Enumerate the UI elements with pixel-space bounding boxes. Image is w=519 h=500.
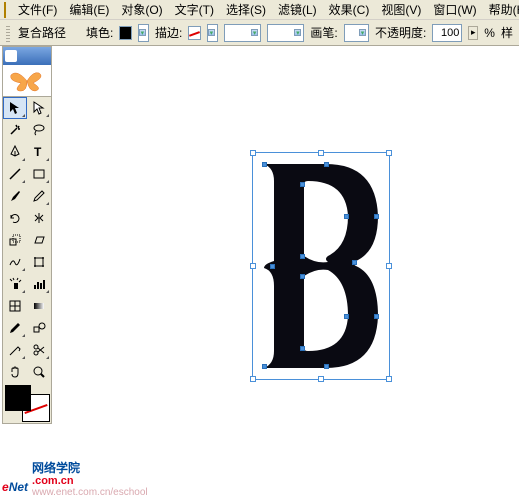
menu-bar: 文件(F) 编辑(E) 对象(O) 文字(T) 选择(S) 滤镜(L) 效果(C…: [0, 0, 519, 20]
fill-swatch[interactable]: [119, 26, 132, 40]
style-label: 样: [501, 24, 513, 41]
handle-ml[interactable]: [250, 263, 256, 269]
anchor-point[interactable]: [344, 214, 349, 219]
handle-tr[interactable]: [386, 150, 392, 156]
lasso-tool[interactable]: [27, 119, 51, 141]
brush-dropdown[interactable]: ▾: [344, 24, 369, 42]
menu-help[interactable]: 帮助(H): [483, 0, 519, 20]
watermark-cn: 网络学院: [32, 462, 148, 475]
handle-mr[interactable]: [386, 263, 392, 269]
selection-tool[interactable]: [3, 97, 27, 119]
anchor-point[interactable]: [270, 264, 275, 269]
menu-file[interactable]: 文件(F): [12, 0, 63, 20]
scissors-tool[interactable]: [27, 339, 51, 361]
type-tool[interactable]: T: [27, 141, 51, 163]
rectangle-tool[interactable]: [27, 163, 51, 185]
opacity-label: 不透明度:: [375, 24, 426, 41]
anchor-point[interactable]: [262, 364, 267, 369]
zoom-tool[interactable]: [27, 361, 51, 383]
anchor-point[interactable]: [300, 182, 305, 187]
anchor-point[interactable]: [344, 314, 349, 319]
menu-object[interactable]: 对象(O): [115, 0, 168, 20]
menu-effect[interactable]: 效果(C): [323, 0, 376, 20]
free-transform-tool[interactable]: [27, 251, 51, 273]
workspace: [0, 46, 519, 500]
column-graph-tool[interactable]: [27, 273, 51, 295]
fill-label: 填色:: [86, 24, 113, 41]
menu-filter[interactable]: 滤镜(L): [272, 0, 323, 20]
handle-tc[interactable]: [318, 150, 324, 156]
handle-tl[interactable]: [250, 150, 256, 156]
anchor-point[interactable]: [300, 274, 305, 279]
fill-stroke-control[interactable]: [5, 385, 49, 421]
magic-wand-tool[interactable]: [3, 119, 27, 141]
stroke-swatch[interactable]: [188, 26, 201, 40]
toolbox-logo: [3, 65, 51, 97]
slice-tool[interactable]: [3, 339, 27, 361]
gradient-tool[interactable]: [27, 295, 51, 317]
hand-tool[interactable]: [3, 361, 27, 383]
tools-grid: T: [3, 97, 51, 383]
svg-text:T: T: [34, 145, 42, 159]
anchor-point[interactable]: [374, 314, 379, 319]
rotate-tool[interactable]: [3, 207, 27, 229]
handle-bl[interactable]: [250, 376, 256, 382]
watermark: eNet 网络学院 .com.cn www.enet.com.cn/eschoo…: [2, 462, 148, 498]
anchor-point[interactable]: [352, 260, 357, 265]
scale-tool[interactable]: [3, 229, 27, 251]
blend-tool[interactable]: [27, 317, 51, 339]
menu-select[interactable]: 选择(S): [220, 0, 272, 20]
toolbox-header[interactable]: [3, 47, 51, 65]
menu-edit[interactable]: 编辑(E): [63, 0, 115, 20]
pen-tool[interactable]: [3, 141, 27, 163]
reflect-tool[interactable]: [27, 207, 51, 229]
selected-shape[interactable]: [256, 156, 386, 376]
warp-tool[interactable]: [3, 251, 27, 273]
mesh-tool[interactable]: [3, 295, 27, 317]
handle-br[interactable]: [386, 376, 392, 382]
menu-view[interactable]: 视图(V): [375, 0, 427, 20]
direct-selection-tool[interactable]: [27, 97, 51, 119]
stroke-dropdown[interactable]: ▾: [207, 24, 218, 42]
paintbrush-tool[interactable]: [3, 185, 27, 207]
stroke-weight-dropdown[interactable]: ▾: [224, 24, 261, 42]
canvas[interactable]: [56, 46, 519, 500]
anchor-point[interactable]: [300, 346, 305, 351]
watermark-url2: www.enet.com.cn/eschool: [32, 487, 148, 498]
app-icon: [4, 2, 6, 18]
eyedropper-tool[interactable]: [3, 317, 27, 339]
brush-def-dropdown[interactable]: ▾: [267, 24, 304, 42]
opacity-input[interactable]: [432, 24, 462, 42]
brush-label: 画笔:: [310, 24, 337, 41]
menu-window[interactable]: 窗口(W): [427, 0, 482, 20]
symbol-sprayer-tool[interactable]: [3, 273, 27, 295]
opacity-stepper[interactable]: ▸: [468, 26, 478, 40]
anchor-point[interactable]: [300, 254, 305, 259]
anchor-point[interactable]: [324, 364, 329, 369]
menu-type[interactable]: 文字(T): [169, 0, 220, 20]
fill-box[interactable]: [5, 385, 31, 411]
stroke-label: 描边:: [155, 24, 182, 41]
handle-bc[interactable]: [318, 376, 324, 382]
fill-dropdown[interactable]: ▾: [138, 24, 149, 42]
toolbar-grip[interactable]: [6, 24, 10, 42]
watermark-url1: .com.cn: [32, 475, 148, 487]
anchor-point[interactable]: [262, 162, 267, 167]
opacity-suffix: %: [484, 26, 495, 40]
toolbox-panel: T: [2, 46, 52, 424]
watermark-logo: eNet: [2, 466, 28, 498]
selection-type-label: 复合路径: [18, 24, 66, 41]
line-tool[interactable]: [3, 163, 27, 185]
pencil-tool[interactable]: [27, 185, 51, 207]
anchor-point[interactable]: [324, 162, 329, 167]
shear-tool[interactable]: [27, 229, 51, 251]
anchor-point[interactable]: [374, 214, 379, 219]
control-bar: 复合路径 填色: ▾ 描边: ▾ ▾ ▾ 画笔: ▾ 不透明度: ▸ % 样: [0, 20, 519, 46]
